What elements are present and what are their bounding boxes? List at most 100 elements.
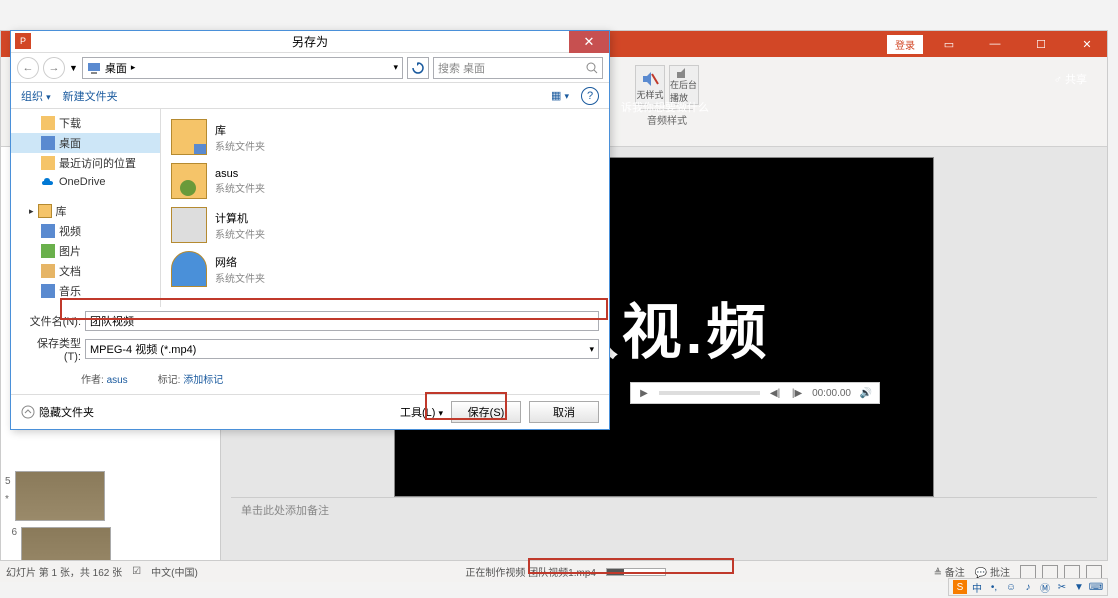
cancel-button[interactable]: 取消 xyxy=(529,401,599,423)
user-folder-icon xyxy=(171,163,207,199)
thumb-number: 6 xyxy=(5,527,17,538)
recent-icon xyxy=(41,156,55,170)
filetype-label: 保存类型(T): xyxy=(21,335,81,363)
thumb-number: 5* xyxy=(5,471,11,507)
documents-icon xyxy=(41,264,55,278)
author-value[interactable]: asus xyxy=(107,375,128,386)
tree-video[interactable]: 视频 xyxy=(11,221,160,241)
media-prev-button[interactable]: ◀| xyxy=(768,386,782,400)
view-options-button[interactable]: ▦ ▾ xyxy=(551,89,569,102)
ime-skin-button[interactable]: ▼ xyxy=(1072,580,1086,594)
media-time: 00:00.00 xyxy=(812,388,851,399)
login-button[interactable]: 登录 xyxy=(887,35,923,54)
hide-folders-button[interactable]: 隐藏文件夹 xyxy=(21,404,94,420)
onedrive-icon xyxy=(41,175,55,189)
pp-titlebar-right: 登录 ▭ — ☐ ✕ xyxy=(887,31,1107,57)
minimize-button[interactable]: — xyxy=(975,31,1015,57)
nav-back-button[interactable]: ← xyxy=(17,57,39,79)
tree-documents[interactable]: 文档 xyxy=(11,261,160,281)
tree-pictures[interactable]: 图片 xyxy=(11,241,160,261)
path-dropdown-icon[interactable]: ▾ xyxy=(393,62,398,73)
tools-menu[interactable]: 工具(L) ▾ xyxy=(400,404,443,420)
tags-value[interactable]: 添加标记 xyxy=(183,375,223,386)
dialog-title: 另存为 xyxy=(292,33,328,50)
thumb-preview xyxy=(15,471,105,521)
speaker-mute-icon xyxy=(641,70,659,88)
ime-clip-button[interactable]: ✂ xyxy=(1055,580,1069,594)
path-segment[interactable]: 桌面 xyxy=(105,60,127,76)
comments-toggle[interactable]: 💬 批注 xyxy=(975,564,1010,579)
notes-toggle[interactable]: ≜ 备注 xyxy=(934,564,965,579)
normal-view-button[interactable] xyxy=(1020,565,1036,579)
tree-downloads[interactable]: 下载 xyxy=(11,113,160,133)
language[interactable]: 中文(中国) xyxy=(151,564,198,579)
thumb-item[interactable]: 5* xyxy=(5,471,216,521)
slideshow-view-button[interactable] xyxy=(1086,565,1102,579)
refresh-icon xyxy=(412,62,424,74)
ime-logo-icon[interactable]: S xyxy=(953,580,967,594)
file-item-user[interactable]: asus系统文件夹 xyxy=(167,159,603,203)
search-box[interactable]: 搜索 桌面 xyxy=(433,57,603,79)
share-button[interactable]: ♂ 共享 xyxy=(1054,71,1087,87)
refresh-button[interactable] xyxy=(407,57,429,79)
export-progress-bar xyxy=(606,568,666,576)
tags-label: 标记: xyxy=(158,375,181,386)
status-bar: 幻灯片 第 1 张，共 162 张 ☑ 中文(中国) 正在制作视频 团队视频1.… xyxy=(0,560,1108,582)
tree-library[interactable]: ▸库 xyxy=(11,201,160,221)
video-icon xyxy=(41,224,55,238)
ribbon-display-button[interactable]: ▭ xyxy=(929,31,969,57)
dialog-inputs: 文件名(N): 保存类型(T): MPEG-4 视频 (*.mp4)▾ 作者: … xyxy=(11,307,609,394)
ime-lang-button[interactable]: 中 xyxy=(970,580,984,594)
search-icon xyxy=(586,62,598,74)
notes-pane[interactable]: 单击此处添加备注 xyxy=(231,497,1097,522)
path-chevron-icon[interactable]: ▸ xyxy=(131,62,136,73)
save-button[interactable]: 保存(S) xyxy=(451,401,521,423)
dialog-titlebar: P 另存为 ✕ xyxy=(11,31,609,53)
desktop-icon xyxy=(87,61,101,75)
folder-tree[interactable]: 下载 桌面 最近访问的位置 OneDrive ▸库 视频 图片 文档 音乐 xyxy=(11,109,161,307)
tree-recent[interactable]: 最近访问的位置 xyxy=(11,153,160,173)
folder-icon xyxy=(41,116,55,130)
ime-punct-button[interactable]: •, xyxy=(987,580,1001,594)
filetype-select[interactable]: MPEG-4 视频 (*.mp4)▾ xyxy=(85,339,599,359)
spellcheck-icon[interactable]: ☑ xyxy=(132,566,141,577)
ime-voice-button[interactable]: ♪ xyxy=(1021,580,1035,594)
speaker-icon xyxy=(675,66,693,78)
file-item-computer[interactable]: 计算机系统文件夹 xyxy=(167,203,603,247)
desktop-icon xyxy=(41,136,55,150)
address-bar[interactable]: 桌面 ▸ ▾ xyxy=(82,57,403,79)
nav-history-dropdown[interactable]: ▼ xyxy=(69,63,78,73)
file-item-network[interactable]: 网络系统文件夹 xyxy=(167,247,603,291)
nav-forward-button[interactable]: → xyxy=(43,57,65,79)
tree-onedrive[interactable]: OneDrive xyxy=(11,173,160,191)
filename-input[interactable] xyxy=(85,311,599,331)
ime-m-button[interactable]: Ⓜ xyxy=(1038,580,1052,594)
media-play-button[interactable]: ▶ xyxy=(637,386,651,400)
dialog-nav: ← → ▼ 桌面 ▸ ▾ 搜索 桌面 xyxy=(11,53,609,83)
dialog-close-button[interactable]: ✕ xyxy=(569,31,609,53)
ime-toolbar[interactable]: S 中 •, ☺ ♪ Ⓜ ✂ ▼ ⌨ xyxy=(948,578,1108,596)
file-item-library[interactable]: 库系统文件夹 xyxy=(167,115,603,159)
tree-desktop[interactable]: 桌面 xyxy=(11,133,160,153)
tell-me-search[interactable]: 诉我你想要做什么 xyxy=(621,99,709,115)
music-icon xyxy=(41,284,55,298)
sorter-view-button[interactable] xyxy=(1042,565,1058,579)
media-next-button[interactable]: |▶ xyxy=(790,386,804,400)
reading-view-button[interactable] xyxy=(1064,565,1080,579)
dialog-toolbar: 组织 ▾ 新建文件夹 ▦ ▾ ? xyxy=(11,83,609,109)
organize-menu[interactable]: 组织 ▾ xyxy=(21,88,51,104)
close-window-button[interactable]: ✕ xyxy=(1067,31,1107,57)
file-list[interactable]: 库系统文件夹 asus系统文件夹 计算机系统文件夹 网络系统文件夹 xyxy=(161,109,609,307)
ime-emoji-button[interactable]: ☺ xyxy=(1004,580,1018,594)
media-volume-button[interactable]: 🔊 xyxy=(859,386,873,400)
save-as-dialog: P 另存为 ✕ ← → ▼ 桌面 ▸ ▾ 搜索 桌面 组织 ▾ 新建文件夹 ▦ … xyxy=(10,30,610,430)
new-folder-button[interactable]: 新建文件夹 xyxy=(63,88,118,104)
help-button[interactable]: ? xyxy=(581,87,599,105)
media-seek[interactable] xyxy=(659,391,760,395)
tree-music[interactable]: 音乐 xyxy=(11,281,160,301)
media-control-bar: ▶ ◀| |▶ 00:00.00 🔊 xyxy=(630,382,880,404)
maximize-button[interactable]: ☐ xyxy=(1021,31,1061,57)
library-icon xyxy=(171,119,207,155)
dialog-footer: 隐藏文件夹 工具(L) ▾ 保存(S) 取消 xyxy=(11,394,609,429)
ime-keyboard-button[interactable]: ⌨ xyxy=(1089,580,1103,594)
